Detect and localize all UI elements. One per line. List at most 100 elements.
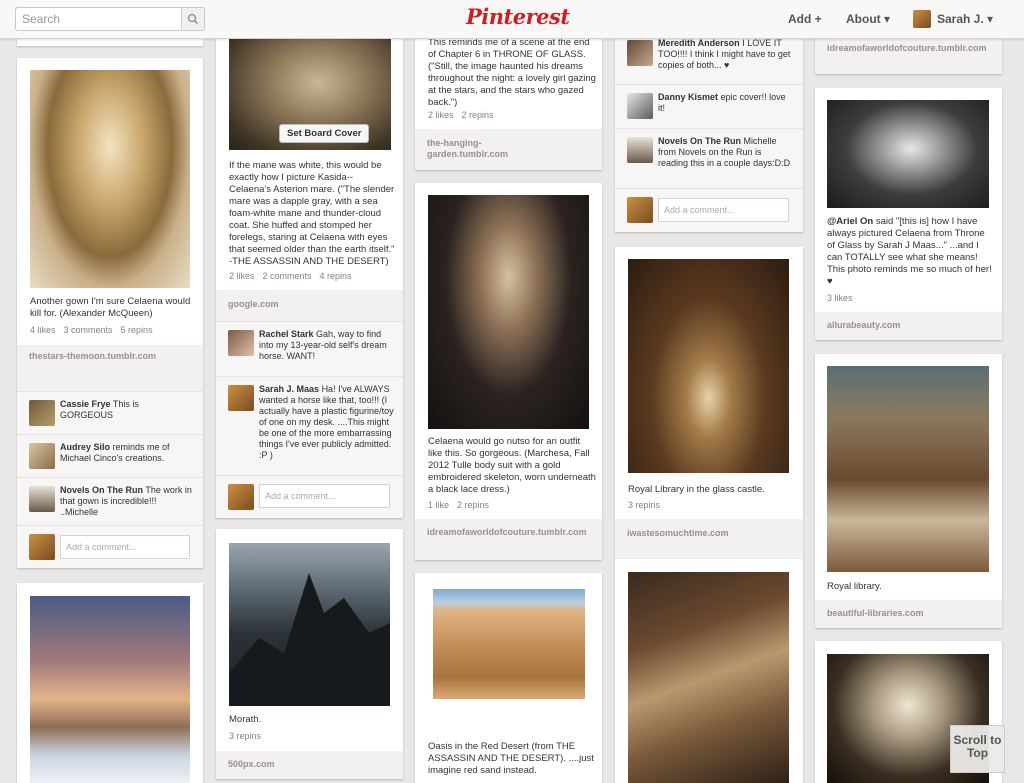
add-button[interactable]: Add + — [788, 12, 822, 26]
about-menu[interactable]: About ▾ — [846, 12, 890, 26]
avatar[interactable] — [29, 443, 55, 469]
add-comment-input[interactable]: Add a comment... — [658, 198, 789, 222]
comment-item: Meredith Anderson I LOVE IT TOO!!!! I th… — [615, 38, 803, 84]
avatar[interactable] — [29, 486, 55, 512]
search-box — [15, 7, 205, 31]
pin-description: Morath. — [229, 714, 262, 725]
avatar[interactable] — [627, 40, 653, 66]
comment-item: Novels On The Run The work in that gown … — [17, 477, 203, 525]
comment-author[interactable]: Novels On The Run — [60, 485, 143, 495]
pin-card-stub — [17, 38, 203, 46]
pin-source[interactable]: idreamofaworldofcouture.tumblr.com — [815, 38, 1002, 74]
castle-image[interactable] — [30, 596, 190, 783]
royal-library-image[interactable] — [827, 366, 989, 572]
comments-count[interactable]: 2 comments — [263, 271, 312, 281]
pin-stats: 2 likes 2 comments 4 repins — [229, 271, 360, 281]
gown-image[interactable] — [30, 70, 190, 288]
search-input[interactable] — [16, 8, 182, 30]
pin-description: This reminds me of a scene at the end of… — [428, 37, 596, 108]
pin-description: Royal library. — [827, 581, 882, 592]
pin-stats: 3 repins — [229, 731, 269, 741]
add-comment-row: Add a comment... — [17, 525, 203, 568]
pin-card-staircase — [615, 559, 803, 783]
pin-source[interactable]: the-hanging-garden.tumblr.com — [415, 129, 602, 170]
pin-stats: 1 like 2 repins — [428, 500, 497, 510]
pin-card-castle — [17, 583, 203, 783]
likes-count[interactable]: 2 likes — [428, 110, 454, 120]
comment-author[interactable]: Audrey Silo — [60, 442, 110, 452]
skeleton-gown-image[interactable] — [428, 195, 589, 429]
pin-card-library: Royal Library in the glass castle. 3 rep… — [615, 247, 803, 560]
repins-count[interactable]: 2 repins — [457, 500, 489, 510]
comment-author[interactable]: Meredith Anderson — [658, 38, 740, 48]
comment-author[interactable]: Rachel Stark — [259, 329, 314, 339]
comment-text: Ha! I've ALWAYS wanted a horse like that… — [259, 384, 394, 460]
likes-count[interactable]: 4 likes — [30, 325, 56, 335]
add-comment-input[interactable]: Add a comment... — [259, 484, 390, 508]
avatar[interactable] — [627, 93, 653, 119]
search-button[interactable] — [181, 8, 204, 30]
set-board-cover-button[interactable]: Set Board Cover — [279, 124, 370, 143]
comment-item: Sarah J. Maas Ha! I've ALWAYS wanted a h… — [216, 376, 403, 475]
pin-description: Celaena would go nutso for an outfit lik… — [428, 436, 596, 495]
desert-image[interactable] — [433, 589, 585, 699]
likes-count[interactable]: 2 likes — [229, 271, 255, 281]
avatar[interactable] — [228, 385, 254, 411]
pin-source[interactable]: thestars-themoon.tumblr.com — [17, 345, 203, 391]
likes-count[interactable]: 1 like — [428, 500, 449, 510]
repins-count[interactable]: 3 repins — [628, 500, 660, 510]
pin-card-desert: Oasis in the Red Desert (from THE ASSASS… — [415, 573, 602, 783]
library-image[interactable] — [628, 259, 789, 473]
comment-item: Cassie Frye This is GORGEOUS — [17, 391, 203, 434]
pin-stats: 3 repins — [628, 500, 668, 510]
pin-source[interactable]: beautiful-libraries.com — [815, 600, 1002, 628]
avatar[interactable] — [228, 484, 254, 510]
comment-author[interactable]: Cassie Frye — [60, 399, 111, 409]
avatar[interactable] — [228, 330, 254, 356]
pin-source[interactable]: idreamofaworldofcouture.tumblr.com — [415, 519, 602, 560]
pin-card-gown: Another gown I'm sure Celaena would kill… — [17, 58, 203, 568]
comment-item: Audrey Silo reminds me of Michael Cinco'… — [17, 434, 203, 477]
pinterest-logo[interactable]: Pinterest — [466, 4, 570, 29]
comment-author[interactable]: Novels On The Run — [658, 136, 741, 146]
comment-item: Danny Kismet epic cover!! love it! — [615, 84, 803, 128]
comment-author[interactable]: Sarah J. Maas — [259, 384, 319, 394]
pin-stats: 4 likes 3 comments 5 repins — [30, 325, 161, 335]
user-avatar[interactable] — [913, 10, 931, 28]
pin-source[interactable]: iwastesomuchtime.com — [615, 519, 803, 560]
pin-description: Another gown I'm sure Celaena would kill… — [30, 296, 191, 319]
pin-card-portrait: @Ariel On said "[this is] how I have alw… — [815, 88, 1002, 340]
pin-stats: 2 likes 2 repins — [428, 110, 502, 120]
pin-description: @Ariel On said "[this is] how I have alw… — [827, 216, 995, 288]
avatar[interactable] — [29, 400, 55, 426]
avatar[interactable] — [627, 137, 653, 163]
pin-source[interactable]: google.com — [216, 290, 403, 321]
pin-source[interactable]: 500px.com — [216, 751, 403, 779]
user-menu[interactable]: Sarah J. ▾ — [937, 12, 993, 26]
repins-count[interactable]: 5 repins — [121, 325, 153, 335]
comments-count[interactable]: 3 comments — [64, 325, 113, 335]
scroll-to-top-button[interactable]: Scroll to Top — [950, 725, 1005, 773]
pin-source[interactable]: allurabeauty.com — [815, 312, 1002, 340]
staircase-image[interactable] — [628, 572, 789, 783]
mountains-image[interactable] — [229, 543, 390, 706]
mountain-silhouette — [229, 573, 390, 706]
avatar[interactable] — [627, 197, 653, 223]
comment-author[interactable]: @Ariel On — [827, 216, 873, 227]
add-comment-row: Add a comment... — [216, 475, 403, 518]
pin-description: Royal Library in the glass castle. — [628, 484, 765, 495]
likes-count[interactable]: 3 likes — [827, 293, 853, 303]
avatar[interactable] — [29, 534, 55, 560]
repins-count[interactable]: 3 repins — [229, 731, 261, 741]
add-comment-input[interactable]: Add a comment... — [60, 535, 190, 559]
repins-count[interactable]: 2 repins — [462, 110, 494, 120]
repins-count[interactable]: 4 repins — [320, 271, 352, 281]
comment-author[interactable]: Danny Kismet — [658, 92, 718, 102]
comment-item: Novels On The Run Michelle from Novels o… — [615, 128, 803, 188]
portrait-image[interactable] — [827, 100, 989, 208]
comment-item: Rachel Stark Gah, way to find into my 13… — [216, 321, 403, 376]
add-comment-row: Add a comment... — [615, 188, 803, 232]
pin-card-couture-top: idreamofaworldofcouture.tumblr.com — [815, 38, 1002, 74]
pin-card-skeleton-gown: Celaena would go nutso for an outfit lik… — [415, 183, 602, 560]
horse-image[interactable]: Set Board Cover — [229, 38, 391, 150]
